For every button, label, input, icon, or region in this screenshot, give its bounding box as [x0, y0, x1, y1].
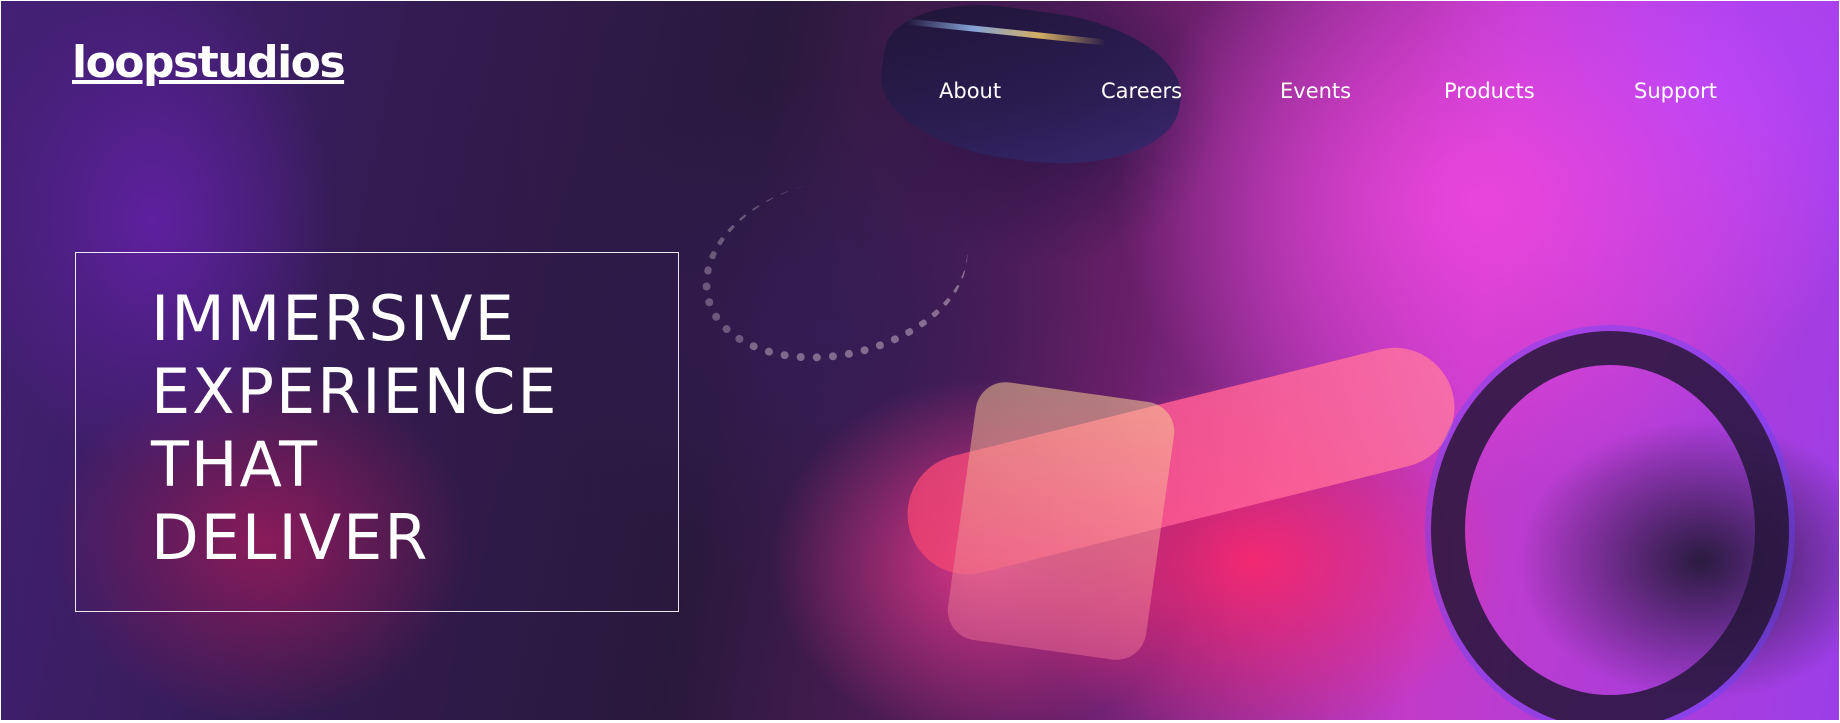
- hero-section: loopstudios About Careers Events Product…: [1, 1, 1839, 720]
- headline-line: EXPERIENCE: [151, 355, 559, 428]
- nav-link-products[interactable]: Products: [1444, 77, 1634, 105]
- nav-item-products: Products: [1444, 77, 1634, 105]
- nav-item-careers: Careers: [1101, 77, 1280, 105]
- hero-headline-box: IMMERSIVE EXPERIENCE THAT DELIVER: [75, 252, 679, 612]
- nav-link-careers[interactable]: Careers: [1101, 77, 1280, 105]
- logo[interactable]: loopstudios: [72, 41, 346, 85]
- headline-line: DELIVER: [151, 501, 430, 574]
- nav-item-support: Support: [1634, 77, 1744, 105]
- hero-headline: IMMERSIVE EXPERIENCE THAT DELIVER: [151, 282, 559, 574]
- main-nav: About Careers Events Products Support: [939, 77, 1744, 105]
- nav-link-events[interactable]: Events: [1280, 77, 1444, 105]
- nav-item-events: Events: [1280, 77, 1444, 105]
- nav-link-about[interactable]: About: [939, 77, 1101, 105]
- headline-line: THAT: [151, 428, 319, 501]
- nav-item-about: About: [939, 77, 1101, 105]
- headline-line: IMMERSIVE: [151, 282, 516, 355]
- nav-link-support[interactable]: Support: [1634, 77, 1744, 105]
